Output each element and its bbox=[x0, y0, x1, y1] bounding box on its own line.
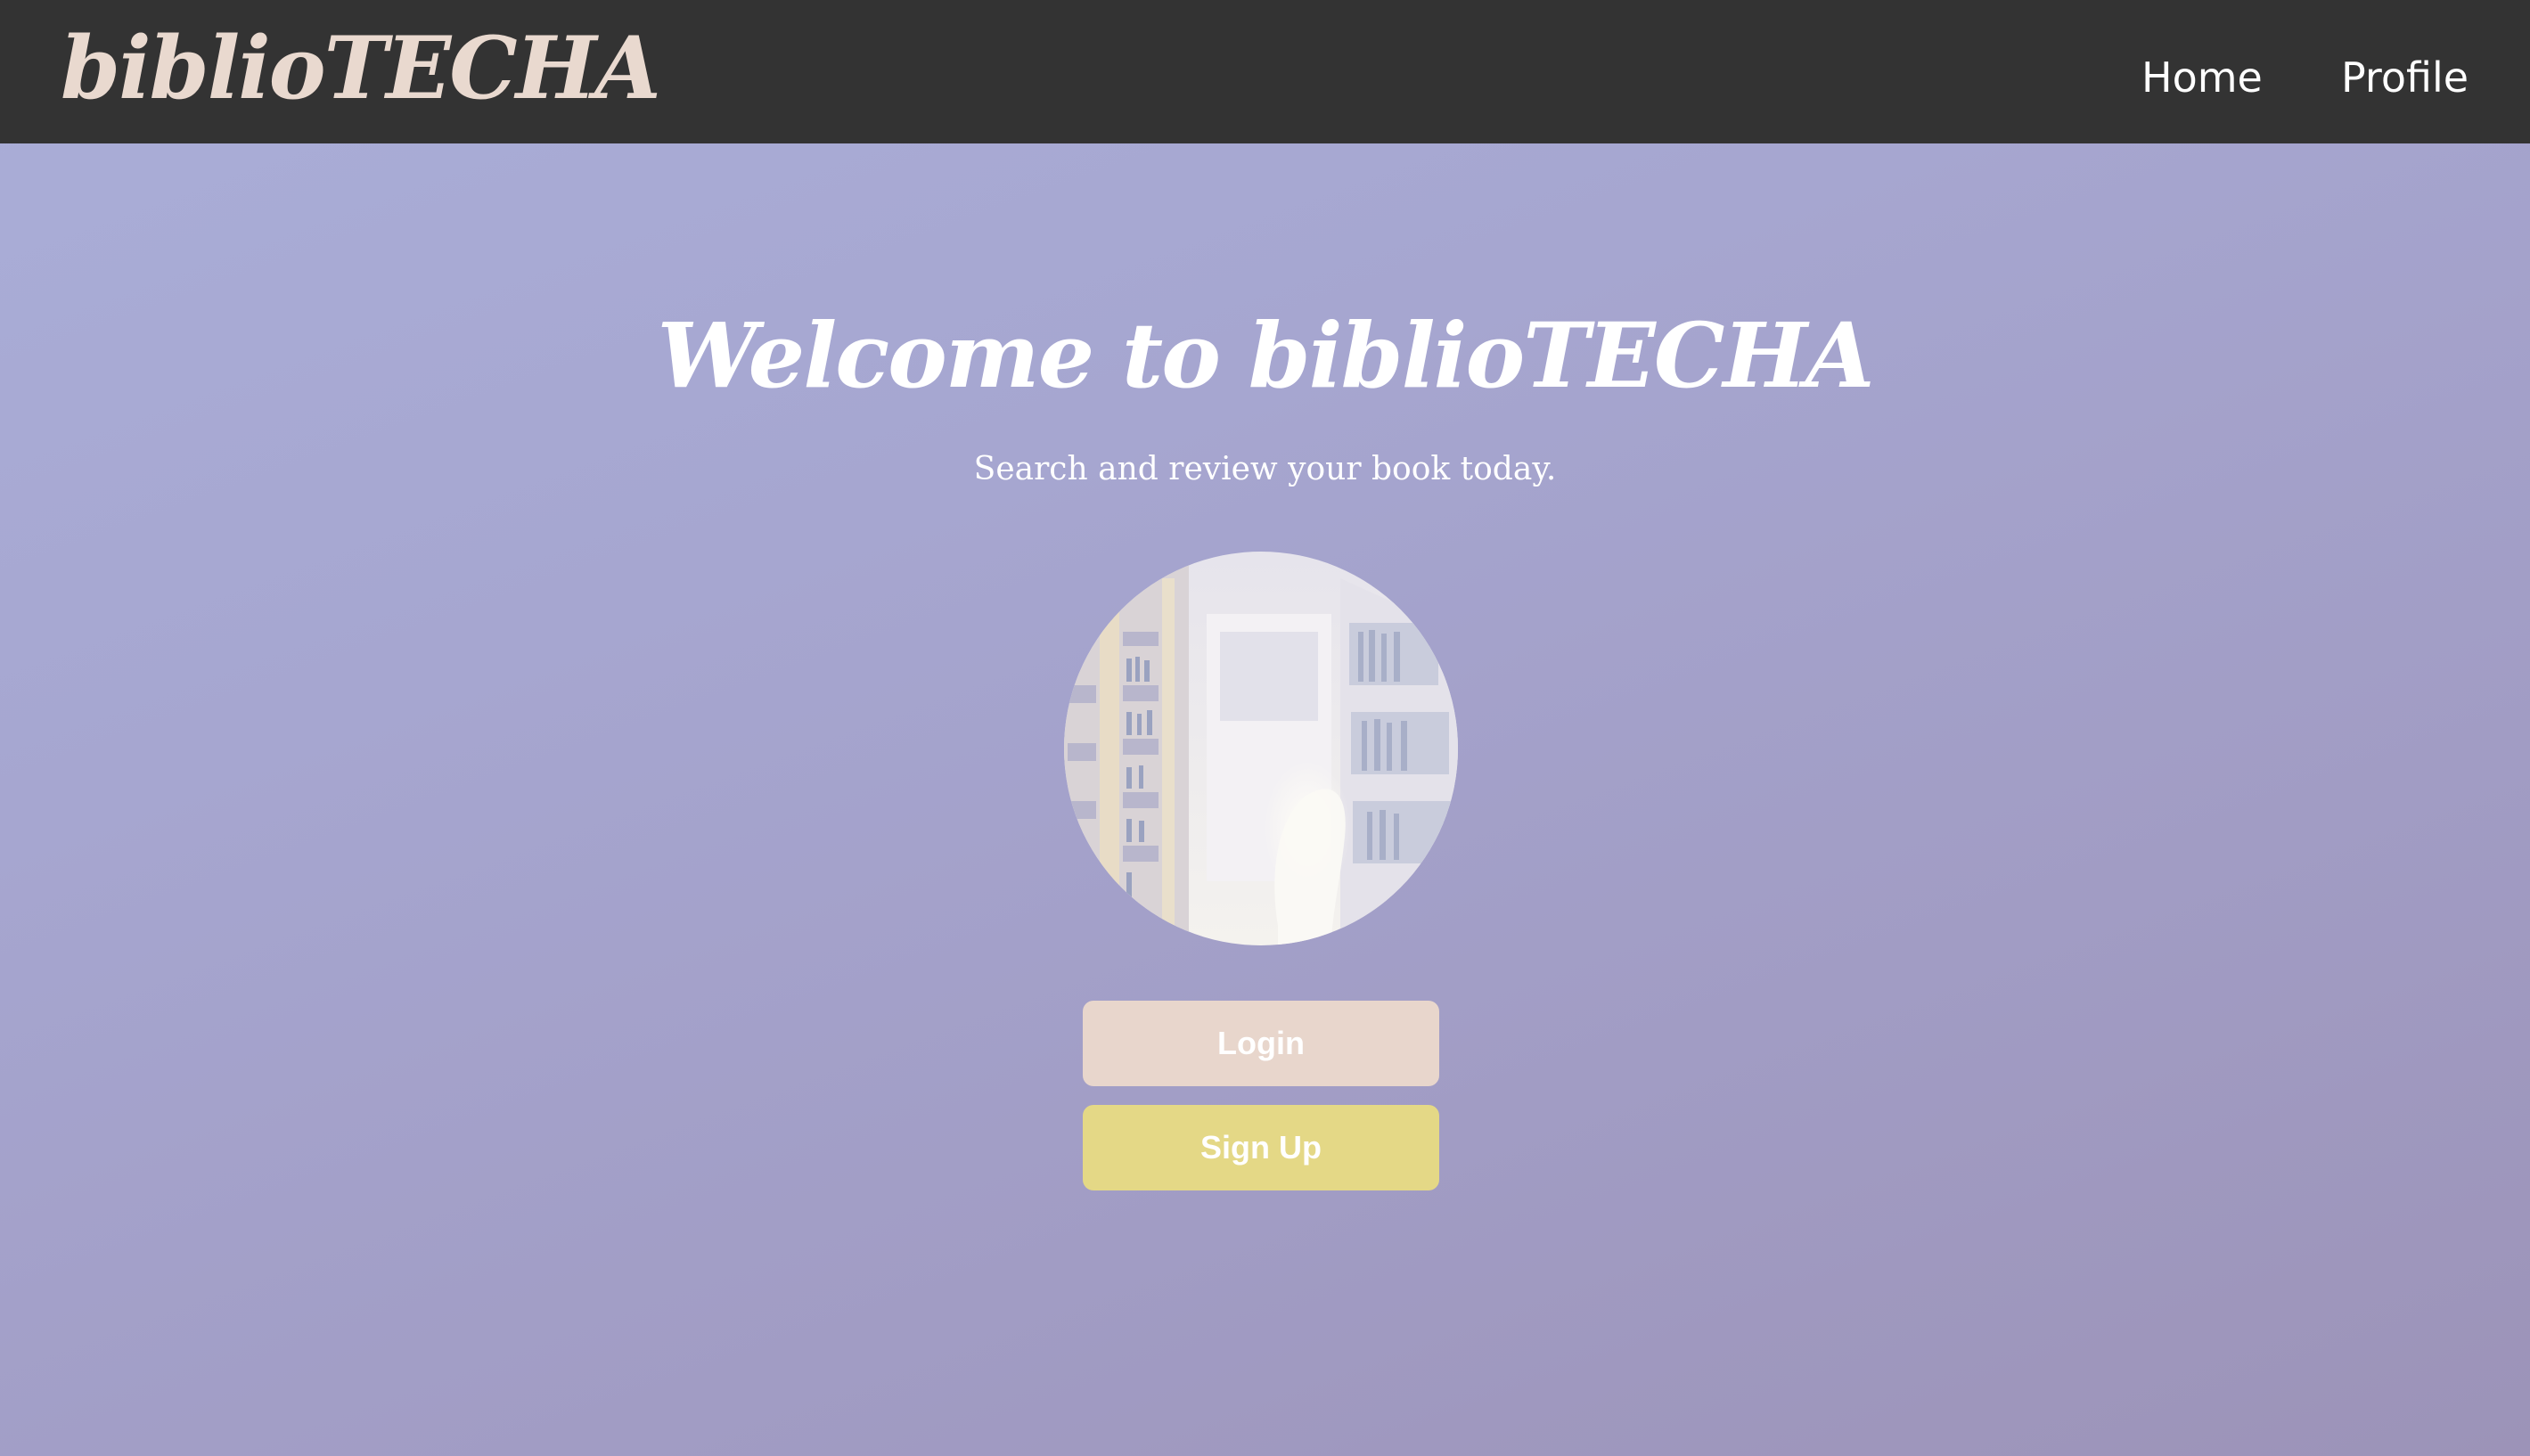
sign-up-button[interactable]: Sign Up bbox=[1083, 1105, 1439, 1190]
nav-link-home[interactable]: Home bbox=[2141, 55, 2263, 101]
brand-logo-link[interactable]: biblioTECHA bbox=[61, 19, 661, 118]
page-subtitle: Search and review your book today. bbox=[973, 451, 1557, 487]
page-title: Welcome to biblioTECHA bbox=[657, 303, 1874, 408]
hero-section: Welcome to biblioTECHA Search and review… bbox=[0, 143, 2530, 1456]
top-navbar: biblioTECHA Home Profile bbox=[0, 0, 2530, 143]
login-button[interactable]: Login bbox=[1083, 1001, 1439, 1086]
library-bookshelves-image bbox=[1064, 552, 1458, 945]
nav-link-profile[interactable]: Profile bbox=[2341, 55, 2469, 101]
